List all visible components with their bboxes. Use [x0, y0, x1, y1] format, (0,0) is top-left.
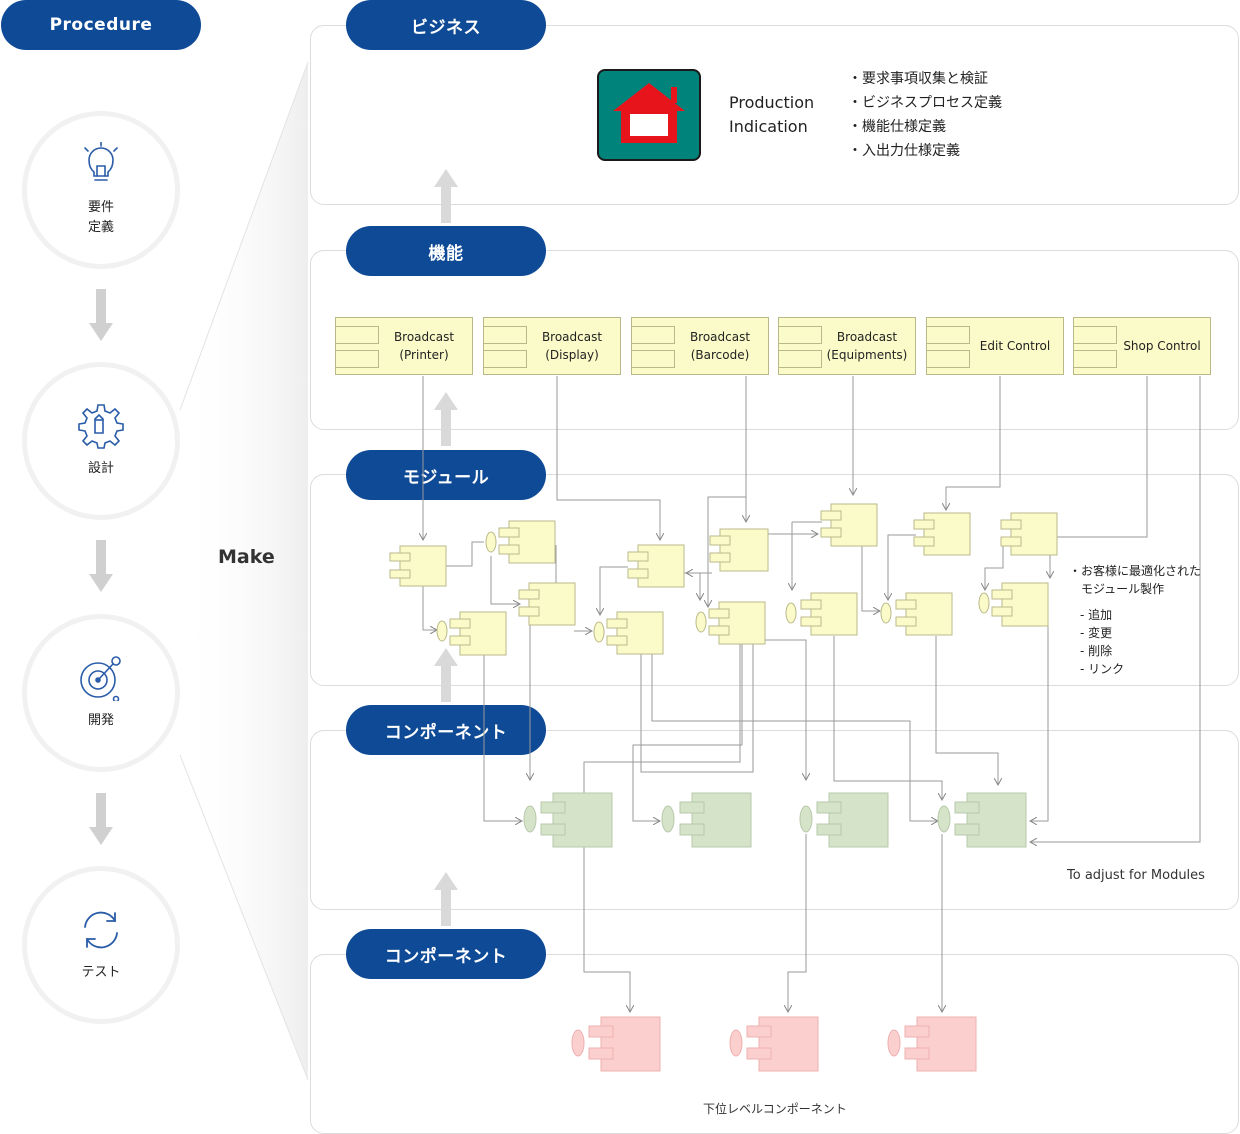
- module-box: [978, 582, 1049, 627]
- component-box: [799, 792, 889, 848]
- module-box: [880, 592, 953, 636]
- note-item: - 変更: [1080, 626, 1113, 640]
- module-box: [785, 592, 858, 636]
- module-box: [389, 545, 447, 587]
- module-box: [695, 601, 766, 645]
- sub-component-box: [887, 1016, 977, 1072]
- module-box: [627, 544, 685, 588]
- sub-component-box: [571, 1016, 661, 1072]
- note-item: - 削除: [1080, 644, 1113, 658]
- component-box: [523, 792, 613, 848]
- sub-component-note: 下位レベルコンポーネント: [703, 1102, 847, 1116]
- module-box: [1000, 512, 1058, 556]
- module-box: [820, 503, 878, 547]
- module-wiring-diagram: [389, 376, 1201, 1072]
- module-box: [485, 520, 556, 564]
- sub-component-box: [729, 1016, 819, 1072]
- module-note-items: - 追加 - 変更 - 削除 - リンク: [1080, 606, 1124, 678]
- module-box: [436, 611, 507, 656]
- component-note: To adjust for Modules: [1067, 868, 1205, 883]
- module-box: [518, 582, 576, 626]
- component-box: [937, 792, 1027, 848]
- module-box: [593, 611, 664, 655]
- module-box: [709, 528, 769, 572]
- module-box: [913, 512, 971, 556]
- module-note-title: ・お客様に最適化された モジュール製作: [1069, 564, 1202, 596]
- note-item: - リンク: [1080, 662, 1125, 676]
- component-box: [661, 792, 752, 848]
- note-item: - 追加: [1080, 608, 1113, 622]
